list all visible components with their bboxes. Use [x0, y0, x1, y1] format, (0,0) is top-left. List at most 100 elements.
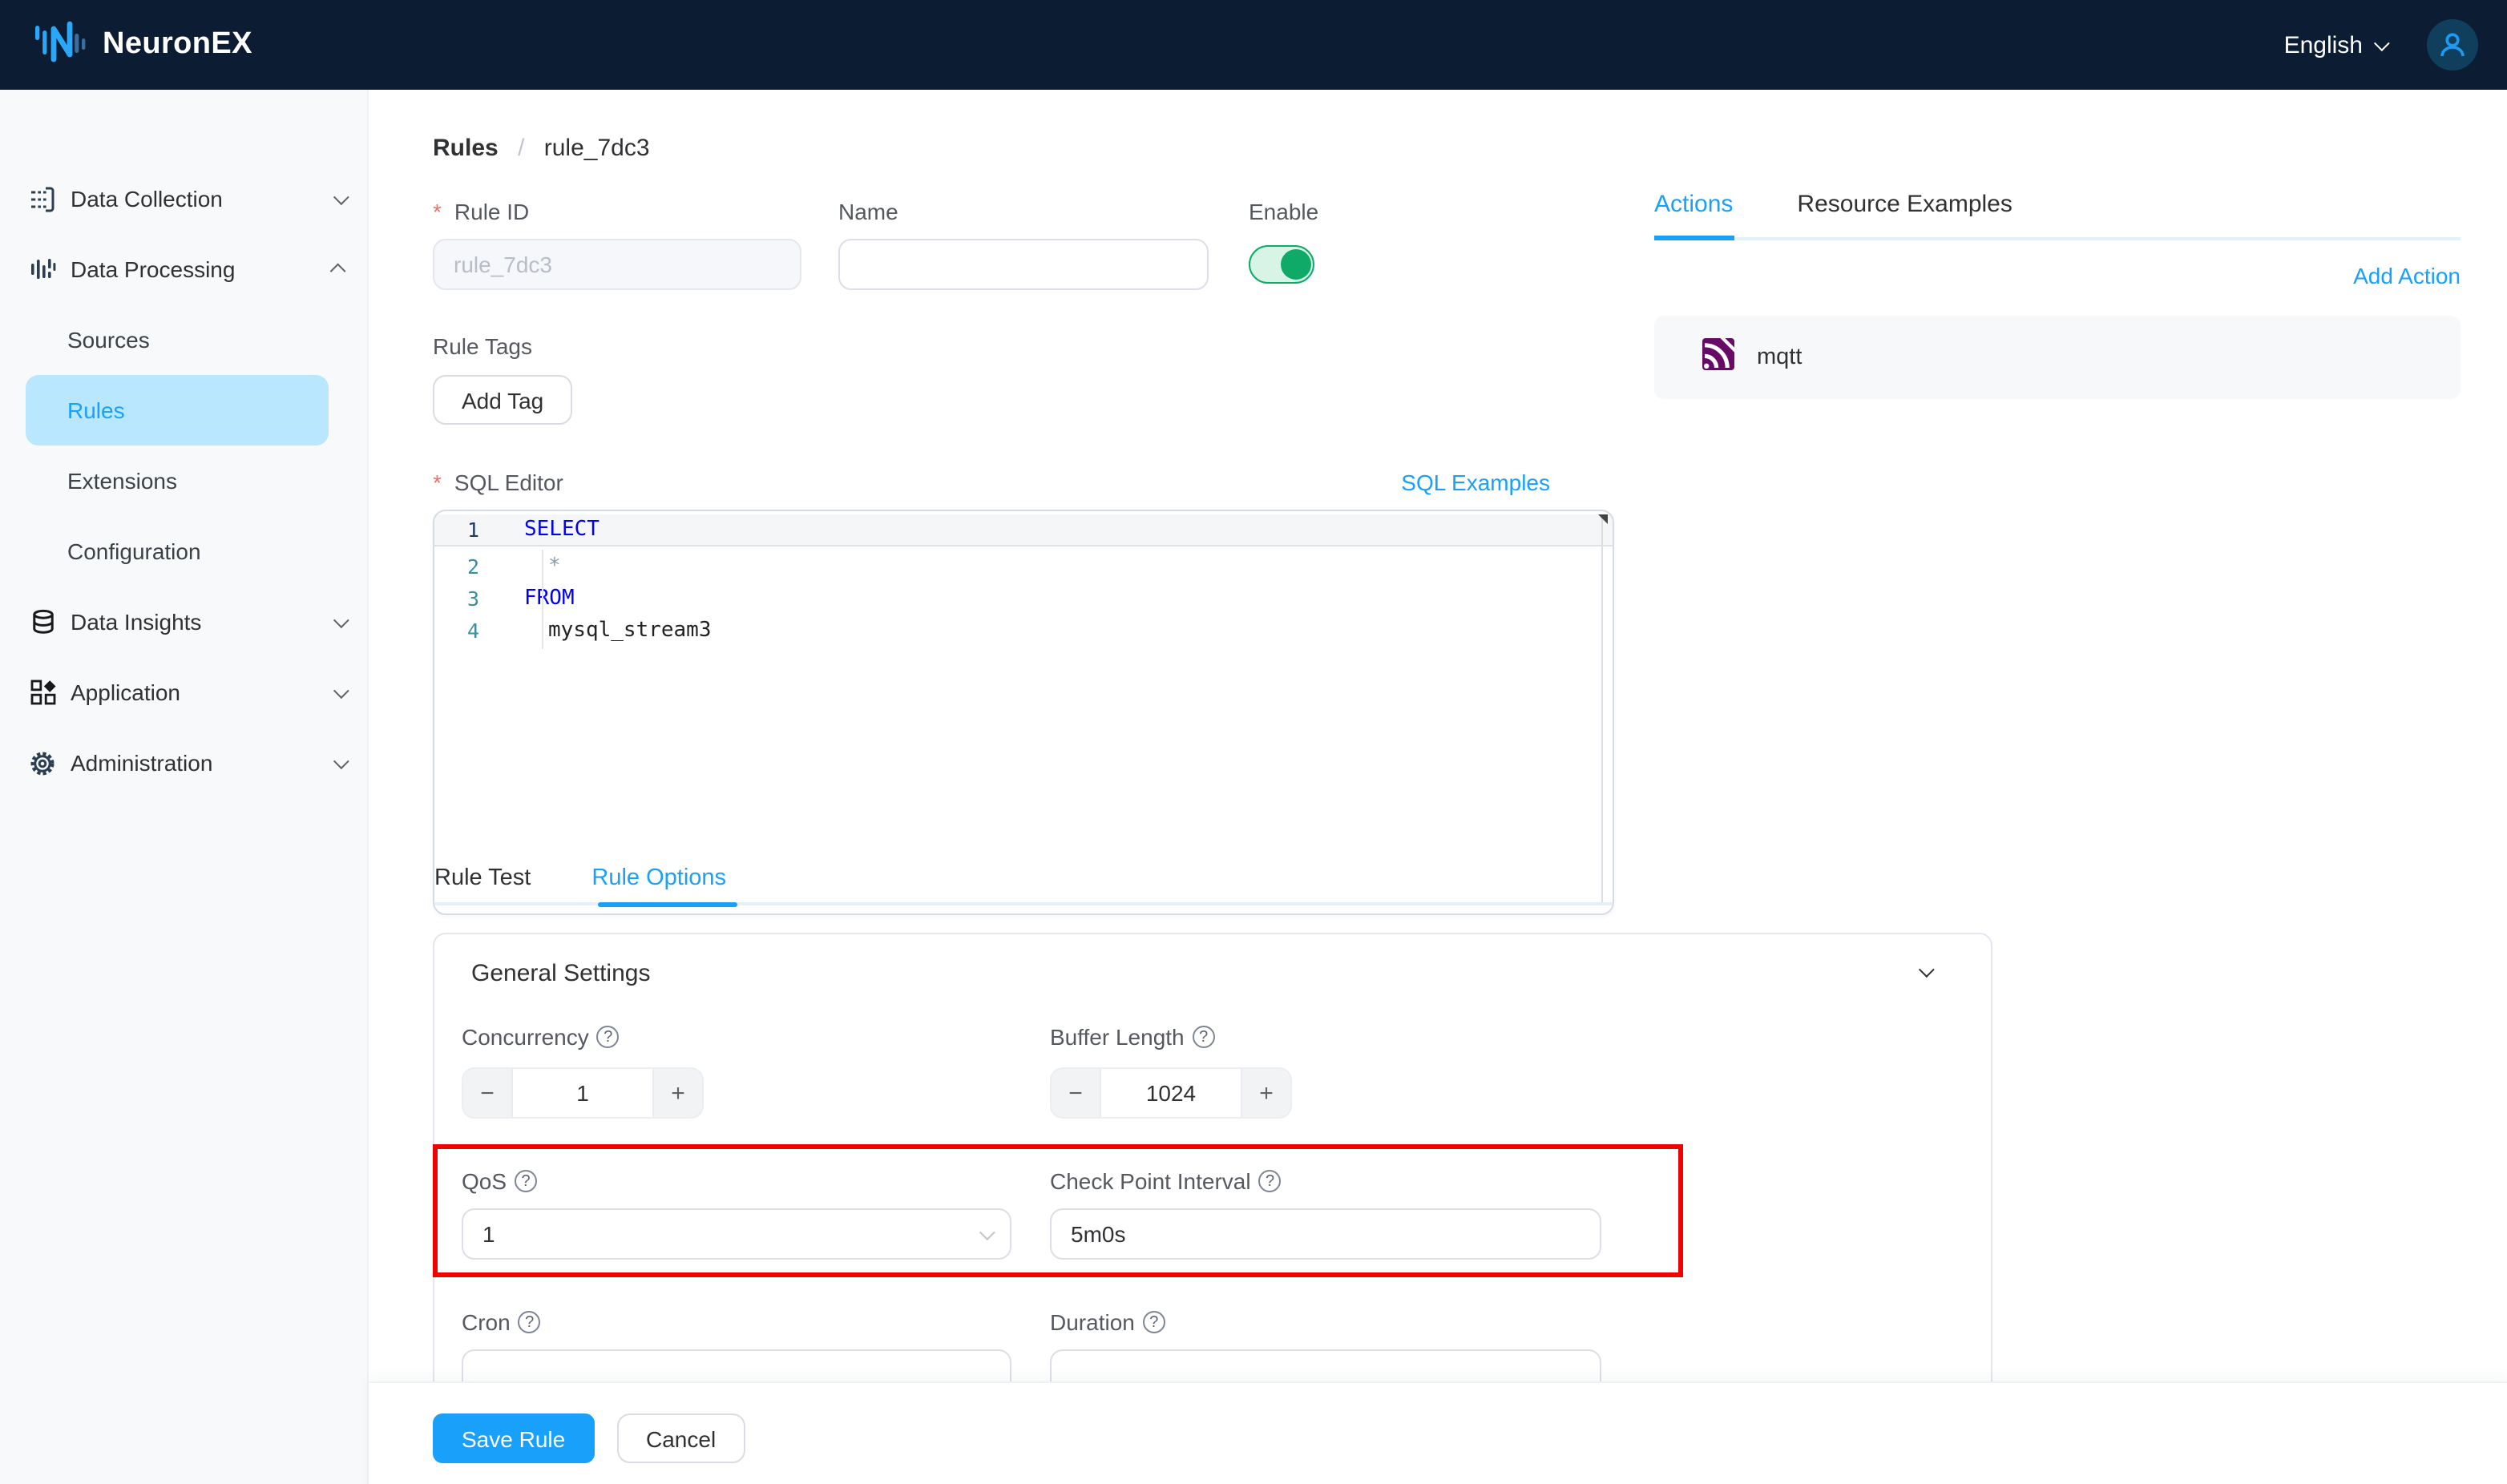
data-insights-icon — [29, 608, 56, 635]
tab-actions[interactable]: Actions — [1654, 191, 1733, 218]
concurrency-label: Concurrency — [462, 1024, 620, 1050]
cancel-button[interactable]: Cancel — [617, 1413, 745, 1463]
rule-id-input[interactable] — [433, 239, 801, 290]
rule-id-label: Rule ID — [433, 199, 529, 224]
sidebar-item-extensions[interactable]: Extensions — [0, 446, 367, 516]
sidebar-item-application[interactable]: Application — [0, 657, 367, 728]
help-icon[interactable] — [1259, 1170, 1282, 1192]
add-tag-button[interactable]: Add Tag — [433, 375, 572, 425]
active-tab-underline — [1654, 236, 1734, 240]
decrement-button[interactable]: − — [1052, 1069, 1100, 1117]
buffer-length-value[interactable]: 1024 — [1100, 1069, 1242, 1117]
help-icon[interactable] — [1143, 1311, 1165, 1333]
line-number: 4 — [434, 618, 495, 642]
sidebar-item-label: Application — [71, 679, 180, 705]
application-icon — [29, 679, 56, 706]
neuronex-logo-icon — [35, 17, 90, 73]
editor-corner-marker — [1598, 514, 1608, 524]
line-number: 1 — [434, 518, 495, 542]
editor-scrollbar[interactable] — [1601, 518, 1603, 905]
footer-bar: Save Rule Cancel — [369, 1381, 2507, 1484]
chevron-down-icon — [333, 188, 349, 204]
help-icon[interactable] — [597, 1026, 620, 1048]
sql-line: 1 SELECT — [434, 514, 1613, 546]
actions-panel: Actions Resource Examples Add Action — [1654, 191, 2461, 399]
rule-tags-label: Rule Tags — [433, 333, 532, 359]
sidebar-item-sources[interactable]: Sources — [0, 304, 367, 375]
data-processing-icon — [29, 256, 56, 283]
line-number: 3 — [434, 586, 495, 610]
tab-resource-examples[interactable]: Resource Examples — [1797, 191, 2012, 218]
qos-label: QoS — [462, 1168, 537, 1194]
sidebar-item-data-insights[interactable]: Data Insights — [0, 587, 367, 657]
tab-track — [1654, 237, 2461, 240]
sidebar-item-label: Extensions — [67, 468, 177, 494]
increment-button[interactable]: + — [654, 1069, 702, 1117]
chevron-down-icon — [333, 752, 349, 768]
sql-token: mysql_stream3 — [548, 618, 712, 642]
tab-rule-options[interactable]: Rule Options — [591, 865, 726, 891]
qos-select[interactable]: 1 — [462, 1208, 1011, 1260]
add-action-link[interactable]: Add Action — [2353, 263, 2461, 288]
sql-editor[interactable]: 1 SELECT 2 * 3 FROM 4 mysql_stream3 — [433, 510, 1614, 915]
toggle-knob — [1281, 249, 1311, 280]
user-avatar[interactable] — [2427, 19, 2478, 71]
breadcrumb-separator: / — [518, 135, 524, 162]
increment-button[interactable]: + — [1242, 1069, 1290, 1117]
breadcrumb-current: rule_7dc3 — [544, 135, 650, 162]
main-content: Rules / rule_7dc3 Rule ID Name Enable Ru… — [369, 90, 2507, 1484]
sql-line: 4 mysql_stream3 — [434, 614, 1613, 646]
sidebar-item-rules[interactable]: Rules — [26, 375, 329, 446]
sidebar-item-label: Rules — [67, 397, 125, 423]
sidebar-item-label: Data Collection — [71, 186, 223, 212]
sidebar-item-label: Configuration — [67, 538, 201, 564]
line-number: 2 — [434, 554, 495, 578]
person-icon — [2436, 29, 2469, 61]
mqtt-icon — [1702, 337, 1734, 377]
chevron-down-icon — [333, 682, 349, 698]
name-input[interactable] — [838, 239, 1209, 290]
brand-title: NeuronEX — [103, 27, 252, 63]
save-rule-button[interactable]: Save Rule — [433, 1413, 594, 1463]
sidebar-item-data-processing[interactable]: Data Processing — [0, 234, 367, 304]
sql-examples-link[interactable]: SQL Examples — [1401, 470, 1550, 495]
sidebar-item-data-collection[interactable]: Data Collection — [0, 163, 367, 234]
check-point-interval-label: Check Point Interval — [1050, 1168, 1282, 1194]
sidebar-item-administration[interactable]: Administration — [0, 728, 367, 798]
concurrency-stepper: − 1 + — [462, 1067, 704, 1119]
tab-rule-test[interactable]: Rule Test — [434, 865, 531, 891]
breadcrumb-rules[interactable]: Rules — [433, 135, 499, 162]
enable-label: Enable — [1249, 199, 1318, 224]
administration-icon — [29, 749, 56, 776]
cron-label: Cron — [462, 1309, 541, 1335]
enable-toggle[interactable] — [1249, 245, 1314, 284]
buffer-length-label: Buffer Length — [1050, 1024, 1215, 1050]
check-point-interval-input[interactable] — [1050, 1208, 1601, 1260]
sidebar-item-label: Data Processing — [71, 256, 235, 282]
name-label: Name — [838, 199, 898, 224]
breadcrumb: Rules / rule_7dc3 — [433, 135, 650, 162]
active-tab-underline — [598, 902, 737, 907]
indent-guide — [542, 550, 543, 649]
brand: NeuronEX — [35, 17, 252, 73]
help-icon[interactable] — [1193, 1026, 1215, 1048]
chevron-up-icon — [330, 263, 346, 279]
concurrency-value[interactable]: 1 — [511, 1069, 654, 1117]
collapse-chevron-icon[interactable] — [1919, 962, 1935, 978]
decrement-button[interactable]: − — [463, 1069, 511, 1117]
qos-value: 1 — [482, 1221, 495, 1247]
sidebar-item-configuration[interactable]: Configuration — [0, 516, 367, 587]
help-icon[interactable] — [519, 1311, 541, 1333]
language-selector[interactable]: English — [2284, 31, 2385, 58]
sql-code-area[interactable]: 1 SELECT 2 * 3 FROM 4 mysql_stream3 — [434, 511, 1613, 859]
sql-token: * — [548, 554, 561, 578]
help-icon[interactable] — [515, 1170, 537, 1192]
action-item-label: mqtt — [1757, 345, 1802, 370]
general-settings-title: General Settings — [471, 960, 650, 987]
sql-token: SELECT — [524, 518, 600, 542]
duration-label: Duration — [1050, 1309, 1165, 1335]
chevron-down-icon — [333, 611, 349, 627]
sidebar-item-label: Data Insights — [71, 609, 201, 635]
sidebar-item-label: Sources — [67, 327, 150, 353]
action-item-mqtt[interactable]: mqtt — [1654, 316, 2461, 399]
